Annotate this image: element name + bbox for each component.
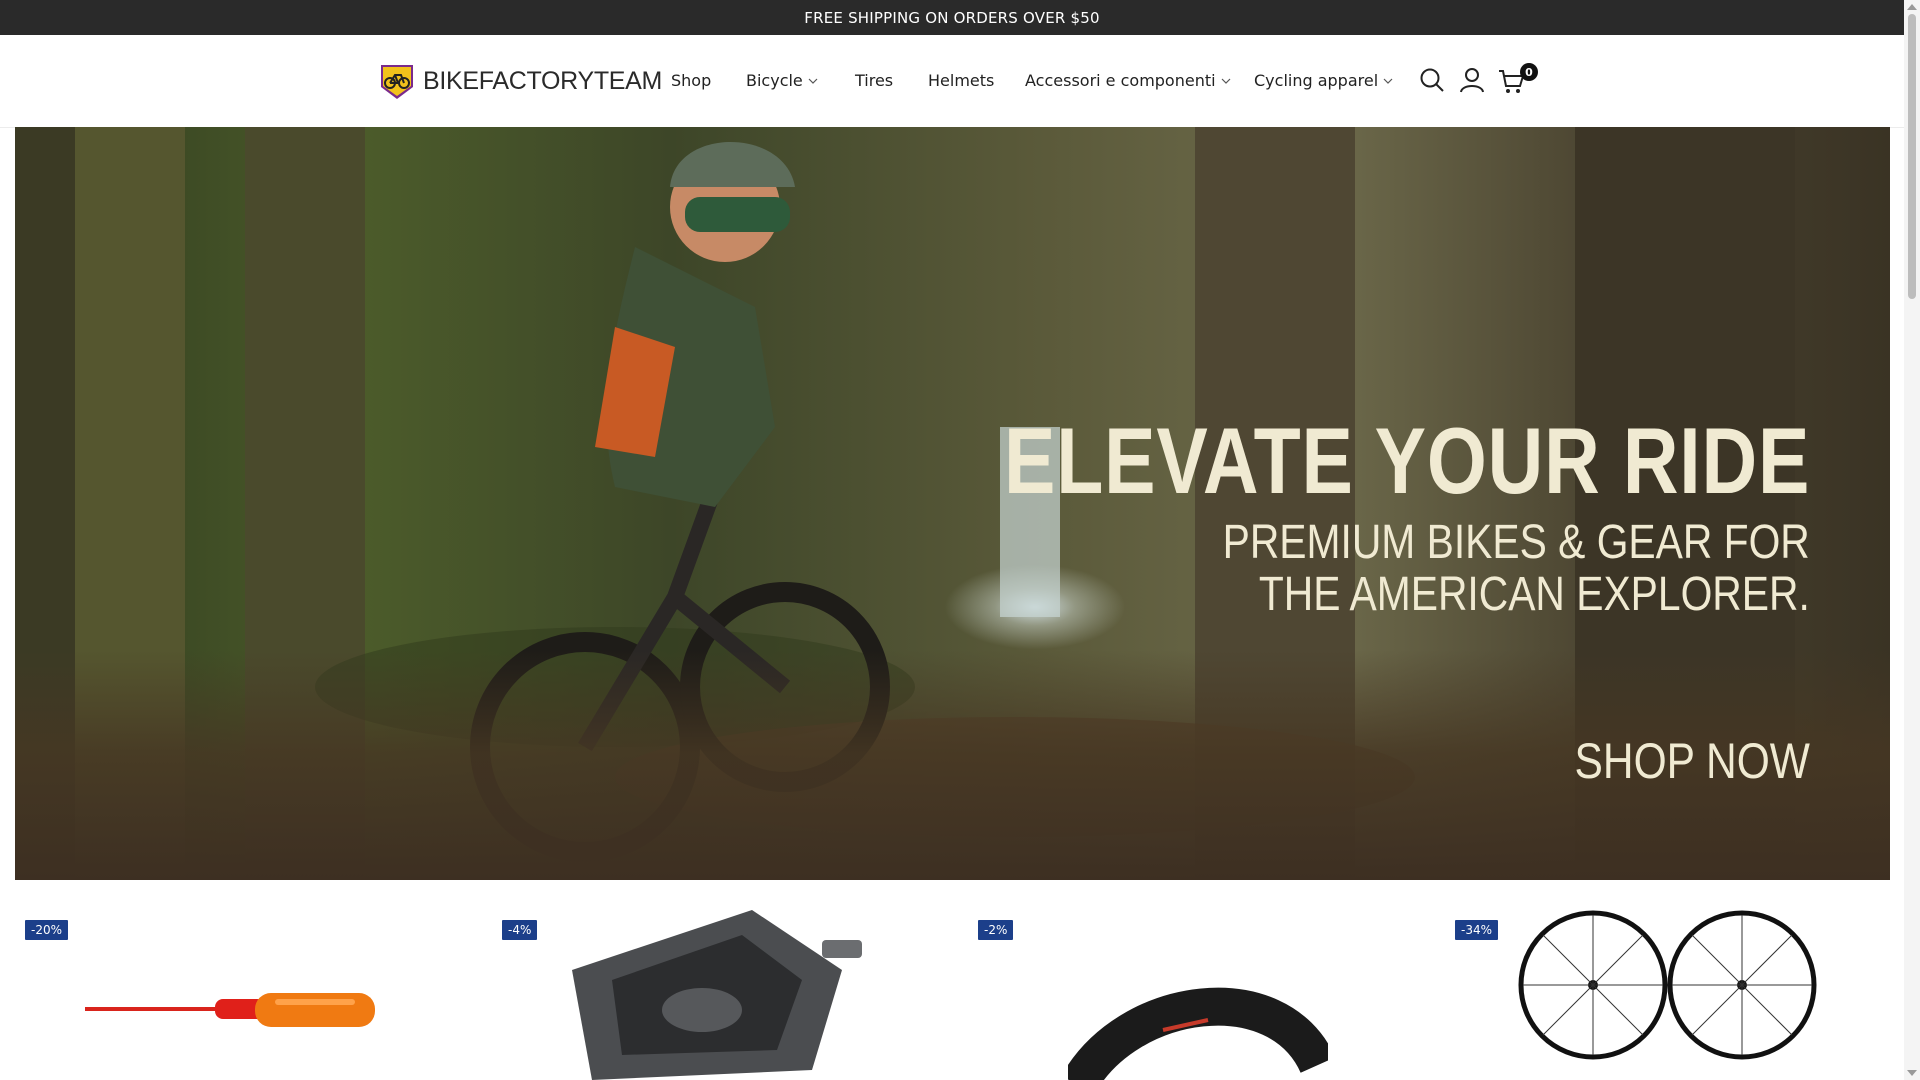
scroll-up-arrow[interactable]: [1907, 4, 1917, 10]
search-icon[interactable]: [1418, 66, 1446, 94]
nav-label: Helmets: [928, 71, 995, 90]
scroll-down-arrow[interactable]: [1907, 1070, 1917, 1076]
shop-now-button[interactable]: SHOP NOW: [1575, 732, 1810, 790]
hero-subtitle-line2: THE AMERICAN EXPLORER.: [1259, 568, 1810, 621]
cart-count-badge: 0: [1520, 63, 1538, 81]
discount-badge: -34%: [1455, 920, 1499, 940]
nav-item-tires[interactable]: Tires: [855, 71, 893, 90]
product-card[interactable]: -4%: [492, 880, 952, 1080]
discount-badge: -4%: [502, 920, 538, 940]
site-header: BIKEFACTORYTEAM Shop Bicycle Tires Helme…: [0, 35, 1904, 128]
tire-image: [1068, 987, 1328, 1080]
wheelset-image: [1518, 910, 1817, 1060]
discount-badge: -20%: [25, 920, 69, 940]
pedal-image: [572, 910, 862, 1080]
brand-logo[interactable]: BIKEFACTORYTEAM: [377, 61, 662, 101]
discount-badge: -2%: [978, 920, 1014, 940]
nav-label: Accessori e componenti: [1025, 71, 1216, 90]
bicycle-logo-icon: [381, 65, 413, 99]
product-card[interactable]: -34%: [1445, 880, 1905, 1080]
chevron-down-icon: [1221, 78, 1230, 84]
nav-item-helmets[interactable]: Helmets: [928, 71, 994, 90]
nav-label: Cycling apparel: [1254, 71, 1379, 90]
nav-label: Tires: [855, 71, 894, 90]
announcement-text: FREE SHIPPING ON ORDERS OVER $50: [804, 8, 1100, 27]
nav-item-bicycle[interactable]: Bicycle: [746, 71, 818, 90]
nav-item-shop[interactable]: Shop: [671, 71, 711, 90]
page-scrollbar[interactable]: [1904, 0, 1920, 1080]
hero-subtitle: PREMIUM BIKES & GEAR FOR THE AMERICAN EX…: [1223, 517, 1810, 621]
nav-label: Bicycle: [746, 71, 803, 90]
hero-banner[interactable]: ELEVATE YOUR RIDE PREMIUM BIKES & GEAR F…: [15, 127, 1890, 880]
product-card[interactable]: -2%: [968, 880, 1428, 1080]
nav-item-cycling-apparel[interactable]: Cycling apparel: [1254, 71, 1393, 90]
scroll-thumb[interactable]: [1908, 14, 1916, 299]
announcement-bar: FREE SHIPPING ON ORDERS OVER $50: [0, 0, 1904, 35]
product-row: -20% -4% -2% -34%: [0, 880, 1904, 1080]
nav-label: Shop: [671, 71, 712, 90]
product-card[interactable]: -20%: [15, 880, 475, 1080]
user-icon[interactable]: [1458, 66, 1486, 94]
brand-name: BIKEFACTORYTEAM: [423, 66, 663, 95]
screwdriver-image: [85, 993, 375, 1027]
hero-subtitle-line1: PREMIUM BIKES & GEAR FOR: [1222, 516, 1810, 569]
hero-title: ELEVATE YOUR RIDE: [1003, 408, 1810, 513]
chevron-down-icon: [808, 78, 818, 84]
nav-item-accessori[interactable]: Accessori e componenti: [1025, 71, 1231, 90]
chevron-down-icon: [1383, 78, 1393, 84]
